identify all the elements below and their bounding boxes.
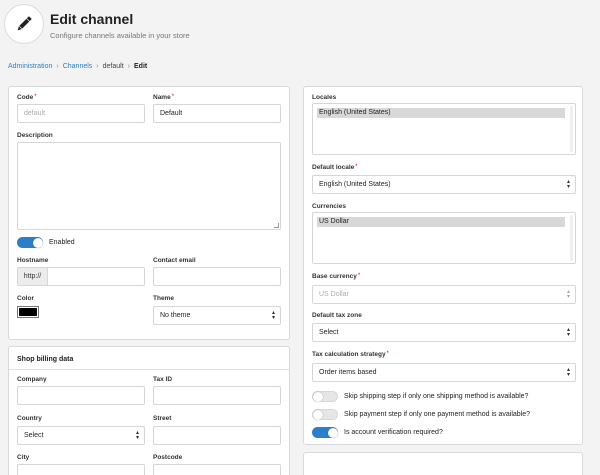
contact-email-label: Contact email — [153, 257, 196, 264]
select-arrows-icon: ▴ ▾ — [566, 367, 570, 378]
tax-strategy-label: Tax calculation strategy* — [312, 351, 389, 358]
color-picker[interactable] — [17, 306, 39, 318]
breadcrumb-edit: Edit — [134, 62, 148, 70]
street-input[interactable] — [153, 426, 281, 445]
skip-shipping-toggle[interactable] — [312, 391, 338, 402]
default-tax-zone-value: Select — [319, 329, 339, 336]
skip-shipping-label: Skip shipping step if only one shipping … — [344, 393, 529, 400]
theme-label: Theme — [153, 295, 174, 302]
chevron-right-icon: › — [96, 62, 99, 70]
currency-option-selected[interactable]: US Dollar — [317, 217, 565, 227]
pencil-icon — [17, 16, 32, 31]
default-tax-zone-label: Default tax zone — [312, 312, 362, 319]
page-subtitle: Configure channels available in your sto… — [50, 31, 190, 40]
country-select[interactable]: Select ▴ ▾ — [17, 426, 145, 445]
description-textarea[interactable] — [17, 142, 281, 230]
enabled-label: Enabled — [49, 239, 75, 246]
tax-strategy-value: Order items based — [319, 369, 377, 376]
postcode-label: Postcode — [153, 454, 183, 461]
settings-card: Locales English (United States) Default … — [303, 86, 583, 445]
base-currency-value: US Dollar — [319, 291, 349, 298]
base-currency-label: Base currency* — [312, 273, 361, 280]
breadcrumb-channels[interactable]: Channels — [63, 63, 93, 70]
code-label: Code* — [17, 94, 37, 101]
hostname-prefix: http:// — [17, 267, 47, 286]
city-label: City — [17, 454, 30, 461]
billing-divider — [9, 369, 289, 370]
default-locale-select[interactable]: English (United States) ▴ ▾ — [312, 175, 576, 194]
select-arrows-icon: ▴ ▾ — [566, 179, 570, 190]
name-input[interactable]: Default — [153, 104, 281, 123]
select-arrows-icon: ▴ ▾ — [271, 310, 275, 321]
breadcrumb-default: default — [102, 62, 124, 70]
billing-card: Shop billing data Company Tax ID Country… — [8, 346, 290, 475]
currencies-multiselect[interactable]: US Dollar — [312, 212, 576, 264]
tax-id-input[interactable] — [153, 386, 281, 405]
hostname-input[interactable] — [47, 267, 145, 286]
postcode-input[interactable] — [153, 464, 281, 475]
description-label: Description — [17, 132, 53, 139]
locales-label: Locales — [312, 94, 337, 101]
tax-id-label: Tax ID — [153, 376, 173, 383]
locale-option-selected[interactable]: English (United States) — [317, 108, 565, 118]
theme-select[interactable]: No theme ▴ ▾ — [153, 306, 281, 325]
next-card — [303, 452, 583, 475]
currencies-label: Currencies — [312, 203, 346, 210]
breadcrumb-administration[interactable]: Administration — [8, 63, 52, 70]
color-label: Color — [17, 295, 34, 302]
base-currency-select[interactable]: US Dollar ▴ ▾ — [312, 285, 576, 304]
chevron-right-icon: › — [56, 62, 59, 70]
billing-title: Shop billing data — [17, 356, 74, 363]
code-input[interactable]: default — [17, 104, 145, 123]
page-header: Edit channel Configure channels availabl… — [0, 0, 600, 50]
page-title: Edit channel — [50, 11, 134, 27]
select-arrows-icon: ▴ ▾ — [566, 327, 570, 338]
header-icon-circle — [4, 4, 44, 44]
tax-strategy-select[interactable]: Order items based ▴ ▾ — [312, 363, 576, 382]
select-arrows-icon: ▴ ▾ — [135, 430, 139, 441]
skip-payment-label: Skip payment step if only one payment me… — [344, 411, 530, 418]
street-label: Street — [153, 415, 172, 422]
default-tax-zone-select[interactable]: Select ▴ ▾ — [312, 323, 576, 342]
country-value: Select — [24, 432, 44, 439]
name-label: Name* — [153, 94, 175, 101]
breadcrumb: Administration › Channels › default › Ed… — [8, 61, 147, 71]
locales-scrollbar[interactable] — [570, 106, 573, 152]
chevron-right-icon: › — [127, 62, 130, 70]
select-arrows-icon: ▴ ▾ — [566, 289, 570, 300]
default-locale-value: English (United States) — [319, 181, 391, 188]
skip-payment-toggle[interactable] — [312, 409, 338, 420]
locales-multiselect[interactable]: English (United States) — [312, 103, 576, 155]
default-locale-label: Default locale* — [312, 164, 358, 171]
resize-grip-icon[interactable] — [274, 223, 279, 228]
general-card: Code* default Name* Default Description … — [8, 86, 290, 340]
account-verification-label: Is account verification required? — [344, 429, 443, 436]
contact-email-input[interactable] — [153, 267, 281, 286]
city-input[interactable] — [17, 464, 145, 475]
enabled-toggle[interactable] — [17, 237, 43, 248]
company-label: Company — [17, 376, 47, 383]
country-label: Country — [17, 415, 42, 422]
account-verification-toggle[interactable] — [312, 427, 338, 438]
currencies-scrollbar[interactable] — [570, 215, 573, 261]
company-input[interactable] — [17, 386, 145, 405]
theme-value: No theme — [160, 312, 191, 319]
hostname-label: Hostname — [17, 257, 49, 264]
